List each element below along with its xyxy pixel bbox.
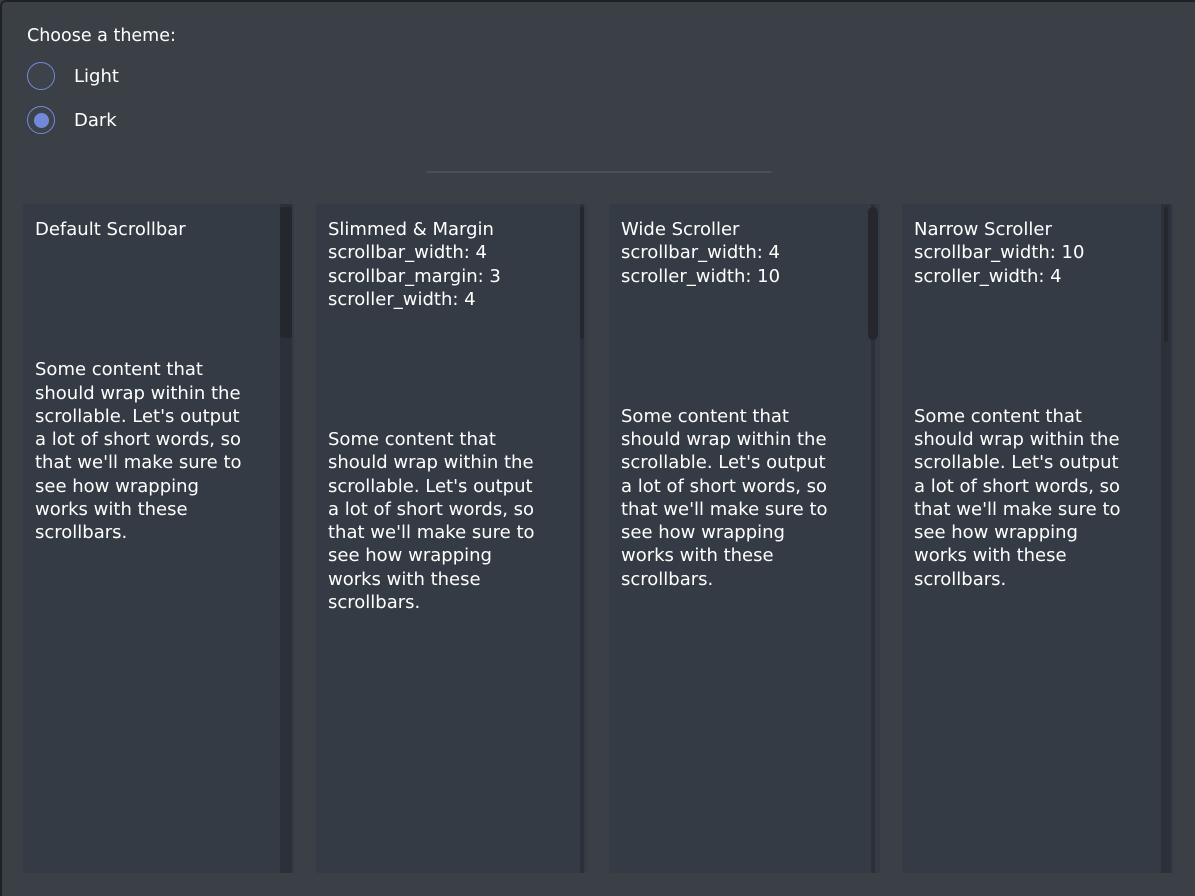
panel-content-text: Some content that should wrap within the… xyxy=(328,428,568,614)
spacer xyxy=(621,288,868,405)
scrollbar-thumb[interactable] xyxy=(868,207,878,340)
scrollable-wide-scroller[interactable]: Wide Scroller scrollbar_width: 4 scrolle… xyxy=(609,204,880,873)
scrollbar-thumb[interactable] xyxy=(1164,207,1168,342)
panel-properties: scrollbar_width: 4 scroller_width: 10 xyxy=(621,241,868,288)
spacer xyxy=(328,311,575,428)
radio-option-light[interactable]: Light xyxy=(27,61,176,91)
scrollable-default[interactable]: Default Scrollbar Some content that shou… xyxy=(23,204,294,873)
scrollables-row: Default Scrollbar Some content that shou… xyxy=(23,204,1173,873)
panel-title: Narrow Scroller xyxy=(914,218,1161,241)
panel-properties: scrollbar_width: 10 scroller_width: 4 xyxy=(914,241,1161,288)
radio-dot xyxy=(34,69,49,84)
panel-content-text: Some content that should wrap within the… xyxy=(35,358,275,544)
radio-label-dark[interactable]: Dark xyxy=(74,110,117,131)
radio-button-icon[interactable] xyxy=(27,62,55,90)
panel-title: Wide Scroller xyxy=(621,218,868,241)
spacer xyxy=(914,288,1161,405)
theme-chooser: Choose a theme: Light Dark xyxy=(27,25,176,149)
panel-content-text: Some content that should wrap within the… xyxy=(621,405,861,591)
radio-dot xyxy=(34,113,49,128)
horizontal-rule xyxy=(426,171,771,173)
radio-option-dark[interactable]: Dark xyxy=(27,105,176,135)
scrollbar-thumb[interactable] xyxy=(280,207,292,338)
radio-label-light[interactable]: Light xyxy=(74,66,119,87)
spacer xyxy=(35,241,282,358)
panel-title: Default Scrollbar xyxy=(35,218,282,241)
radio-button-icon[interactable] xyxy=(27,106,55,134)
panel-content-text: Some content that should wrap within the… xyxy=(914,405,1154,591)
panel-properties: scrollbar_width: 4 scrollbar_margin: 3 s… xyxy=(328,241,575,311)
panel-title: Slimmed & Margin xyxy=(328,218,575,241)
scrollable-narrow-scroller[interactable]: Narrow Scroller scrollbar_width: 10 scro… xyxy=(902,204,1173,873)
scrollable-slimmed-margin[interactable]: Slimmed & Margin scrollbar_width: 4 scro… xyxy=(316,204,587,873)
scrollbar-thumb[interactable] xyxy=(580,207,584,339)
theme-chooser-label: Choose a theme: xyxy=(27,25,176,47)
